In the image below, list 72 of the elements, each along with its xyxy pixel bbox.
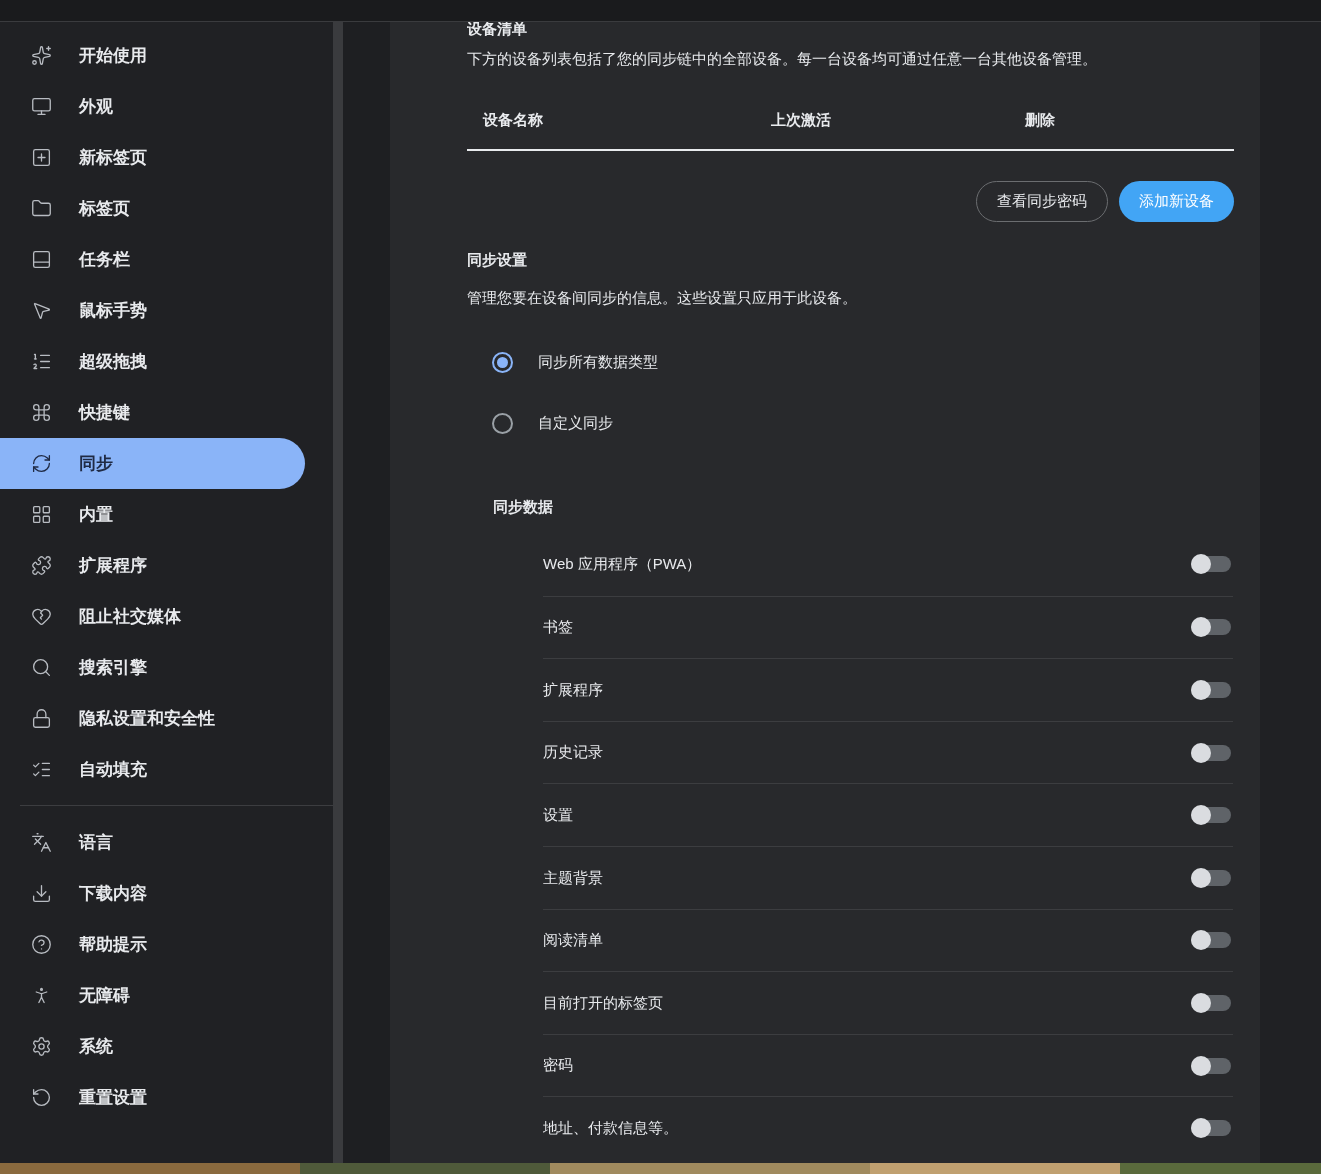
sidebar-item[interactable]: 扩展程序 xyxy=(0,540,305,591)
column-header: 设备名称 xyxy=(483,110,544,131)
sidebar-item[interactable]: 标签页 xyxy=(0,183,305,234)
sidebar-item[interactable]: 搜索引擎 xyxy=(0,642,305,693)
puzzle-icon xyxy=(31,555,52,576)
sidebar-item[interactable]: 快捷键 xyxy=(0,387,305,438)
radio-label: 同步所有数据类型 xyxy=(538,351,658,372)
broken-heart-icon xyxy=(31,606,52,627)
column-header: 上次激活 xyxy=(771,110,832,131)
help-icon xyxy=(31,934,52,955)
sidebar-item[interactable]: 同步 xyxy=(0,438,305,489)
toggle-switch[interactable] xyxy=(1191,1057,1231,1074)
monitor-icon xyxy=(31,96,52,117)
radio-label: 自定义同步 xyxy=(538,412,613,433)
toggle-switch[interactable] xyxy=(1191,556,1231,573)
sidebar-item[interactable]: 自动填充 xyxy=(0,744,305,795)
sidebar-item[interactable]: 鼠标手势 xyxy=(0,285,305,336)
sidebar-item[interactable]: 任务栏 xyxy=(0,234,305,285)
command-key-icon xyxy=(31,402,52,423)
toggle-switch[interactable] xyxy=(1191,682,1231,698)
translate-icon xyxy=(31,832,52,853)
pointer-icon xyxy=(31,300,52,321)
sidebar-item[interactable]: 开始使用 xyxy=(0,30,305,81)
section-description: 下方的设备列表包括了您的同步链中的全部设备。每一台设备均可通过任意一台其他设备管理。 xyxy=(467,49,1098,69)
sync-icon xyxy=(31,453,52,474)
list-icon xyxy=(31,351,52,372)
sync-item-label: 设置 xyxy=(543,804,573,825)
sidebar-item[interactable]: 内置 xyxy=(0,489,305,540)
lock-icon xyxy=(31,708,52,729)
sync-item-label: 扩展程序 xyxy=(543,679,603,700)
sidebar-item[interactable]: 帮助提示 xyxy=(0,919,305,970)
sync-item-label: Web 应用程序（PWA） xyxy=(543,554,702,575)
toggle-switch[interactable] xyxy=(1191,994,1231,1011)
sidebar-item[interactable]: 系统 xyxy=(0,1021,305,1072)
subsection-title: 同步数据 xyxy=(493,496,554,517)
sync-item-label: 目前打开的标签页 xyxy=(543,992,663,1013)
reset-icon xyxy=(31,1087,52,1108)
sync-item-label: 密码 xyxy=(543,1055,573,1076)
sidebar-item[interactable]: 新标签页 xyxy=(0,132,305,183)
folder-icon xyxy=(31,198,52,219)
sparkles-icon xyxy=(31,45,52,66)
sidebar-item[interactable]: 外观 xyxy=(0,81,305,132)
settings-icon xyxy=(31,1036,52,1057)
section-description: 管理您要在设备间同步的信息。这些设置只应用于此设备。 xyxy=(467,288,858,308)
toggle-switch[interactable] xyxy=(1191,807,1231,824)
toggle-switch[interactable] xyxy=(1191,869,1231,886)
section-title: 设备清单 xyxy=(467,22,528,39)
new-tab-icon xyxy=(31,147,52,168)
radio-button[interactable] xyxy=(492,412,513,434)
sync-item-label: 阅读清单 xyxy=(543,930,603,951)
grid-icon xyxy=(31,504,52,525)
toggle-switch[interactable] xyxy=(1191,1120,1231,1137)
sync-item-label: 主题背景 xyxy=(543,867,603,888)
toggle-switch[interactable] xyxy=(1191,932,1231,949)
sidebar-item[interactable]: 超级拖拽 xyxy=(0,336,305,387)
sidebar-item[interactable]: 重置设置 xyxy=(0,1072,305,1123)
sidebar-item[interactable]: 隐私设置和安全性 xyxy=(0,693,305,744)
sync-item-label: 书签 xyxy=(543,617,573,638)
sidebar-item[interactable]: 阻止社交媒体 xyxy=(0,591,305,642)
sidebar-item[interactable]: 下载内容 xyxy=(0,868,305,919)
column-header: 删除 xyxy=(1025,110,1056,131)
sync-item-label: 地址、付款信息等。 xyxy=(543,1117,678,1138)
toggle-switch[interactable] xyxy=(1191,744,1231,761)
sidebar-item[interactable]: 语言 xyxy=(0,817,305,868)
panel-icon xyxy=(31,249,52,270)
sidebar-item[interactable]: 无障碍 xyxy=(0,970,305,1021)
sync-item-label: 历史记录 xyxy=(543,742,603,763)
download-icon xyxy=(31,883,52,904)
search-icon xyxy=(31,657,52,678)
section-title: 同步设置 xyxy=(467,249,528,270)
radio-button[interactable] xyxy=(492,351,513,373)
toggle-switch[interactable] xyxy=(1191,619,1231,636)
